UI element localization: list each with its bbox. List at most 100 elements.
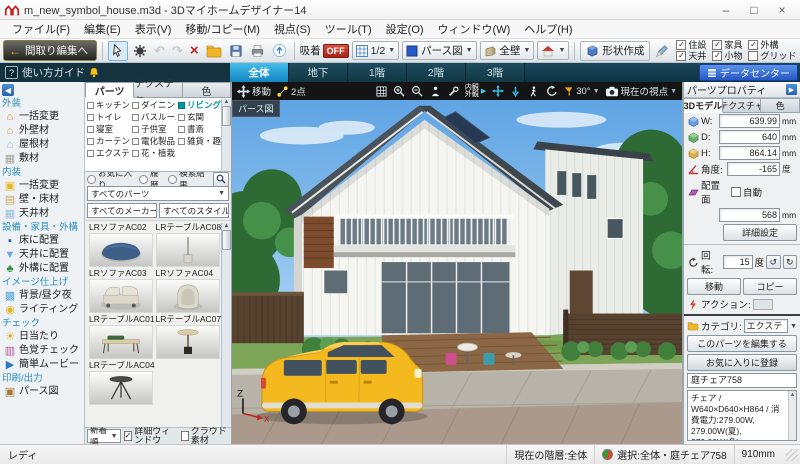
camera-view-dropdown[interactable]: 現在の視点▼ <box>605 84 677 98</box>
category-dropdown[interactable]: エクステリア <box>744 319 788 333</box>
tab-floor-1[interactable]: 1階 <box>348 63 407 82</box>
part-item[interactable]: LRテーブルAC08 <box>156 223 223 267</box>
sidebar-item-color-check[interactable]: ▥色覚チェック <box>0 344 84 358</box>
add-favorite-button[interactable]: お気に入りに登録 <box>687 354 797 371</box>
sidebar-item-ceiling-material[interactable]: ▦天井材 <box>0 207 84 221</box>
category-goods-hobby[interactable]: 雑貨・趣味 <box>176 135 222 147</box>
view-settings-button[interactable] <box>447 85 460 98</box>
minimize-button[interactable]: – <box>712 1 740 19</box>
sort-dropdown[interactable]: 新着順▼ <box>87 429 121 443</box>
menu-settings[interactable]: 設定(O) <box>380 21 430 37</box>
select-cursor-button[interactable] <box>108 41 128 61</box>
tab-color[interactable]: 色 <box>183 82 231 98</box>
category-appliances[interactable]: 電化製品 <box>130 135 176 147</box>
menu-view[interactable]: 表示(V) <box>129 21 178 37</box>
zoom-out-button[interactable] <box>411 85 424 98</box>
move-button[interactable]: 移動 <box>687 278 741 295</box>
part-name-field[interactable]: 庭チェア758 <box>687 373 797 388</box>
close-button[interactable]: × <box>768 1 796 19</box>
tab-floor-3[interactable]: 3階 <box>466 63 525 82</box>
sidebar-item-wall-material[interactable]: ⌂外壁材 <box>0 124 84 138</box>
category-toilet[interactable]: トイレ <box>85 111 130 123</box>
view-mode-dropdown[interactable]: パース図▼ <box>402 41 476 60</box>
maker-dropdown[interactable]: すべてのメーカー▼ <box>87 203 157 218</box>
category-living[interactable]: リビング <box>176 99 222 111</box>
category-entrance[interactable]: 玄関 <box>176 111 222 123</box>
sidebar-collapse-button[interactable]: ◀ <box>2 84 14 96</box>
pan-view-button[interactable] <box>491 85 504 98</box>
check-exterior[interactable]: ✓外構 <box>748 40 796 50</box>
move-down-button[interactable] <box>509 85 522 98</box>
menu-move-copy[interactable]: 移動/コピー(M) <box>179 21 266 37</box>
sidebar-item-wall-floor-material[interactable]: ▤壁・床材 <box>0 193 84 207</box>
menu-edit[interactable]: 編集(E) <box>78 21 127 37</box>
menu-file[interactable]: ファイル(F) <box>6 21 76 37</box>
height-field[interactable]: 864.14 <box>719 146 780 160</box>
menu-viewpoint[interactable]: 視点(S) <box>268 21 317 37</box>
search-button[interactable] <box>213 172 229 187</box>
edit-part-button[interactable]: このパーツを編集する <box>687 335 797 352</box>
part-item[interactable]: LRテーブルAC04 <box>89 361 156 405</box>
cloud-upload-button[interactable] <box>270 42 289 60</box>
two-point-tool[interactable]: 2点 <box>276 84 306 98</box>
scene-3d[interactable]: Z X パース図 <box>232 100 682 444</box>
panel-collapse-button[interactable]: ▶ <box>786 84 797 95</box>
category-curtain-rug[interactable]: カーテン・ラグ <box>85 135 130 147</box>
check-cloud-material[interactable]: クラウド素材 <box>181 427 229 445</box>
grab-tool-button[interactable] <box>131 42 149 60</box>
sidebar-item-place-exterior[interactable]: ♣外構に配置 <box>0 262 84 276</box>
part-item[interactable]: LRテーブルAC07 <box>156 315 223 359</box>
menu-help[interactable]: ヘルプ(H) <box>518 21 578 37</box>
style-dropdown[interactable]: すべてのスタイル▼ <box>159 203 229 218</box>
tab-texture[interactable]: テクスチャ <box>134 82 182 98</box>
auto-checkbox[interactable] <box>731 187 741 197</box>
rotate-ccw-button[interactable]: ↺ <box>766 255 780 269</box>
part-item[interactable]: LRソファAC03 <box>89 269 156 313</box>
viewpoint-move-tool[interactable]: 移動 <box>237 84 271 98</box>
sidebar-item-place-on-ceiling[interactable]: ▼天井に配置 <box>0 248 84 262</box>
check-housing-equipment[interactable]: ✓住設 <box>676 40 706 50</box>
sun-angle-dropdown[interactable]: 30°▼ <box>563 86 599 97</box>
check-small-items[interactable]: ✓小物 <box>712 51 742 61</box>
snap-toggle[interactable]: 吸着OFF <box>300 43 349 58</box>
tab-parts[interactable]: パーツ <box>85 82 134 98</box>
shape-create-button[interactable]: 形状作成 <box>580 41 650 61</box>
category-kitchen[interactable]: キッチン <box>85 99 130 111</box>
eye-height-button[interactable] <box>429 85 442 98</box>
orbit-button[interactable] <box>545 85 558 98</box>
category-kids-room[interactable]: 子供室 <box>130 123 176 135</box>
sidebar-item-batch-change-exterior[interactable]: ⌂一括変更 <box>0 110 84 124</box>
tab-floor-basement[interactable]: 地下 <box>289 63 348 82</box>
interior-exterior-toggle[interactable]: 内観外観▶ <box>465 84 486 98</box>
category-bedroom[interactable]: 寝室 <box>85 123 130 135</box>
sidebar-item-place-on-floor[interactable]: ▪床に配置 <box>0 234 84 248</box>
check-ceiling[interactable]: ✓天井 <box>676 51 706 61</box>
resize-grip[interactable] <box>786 449 798 461</box>
category-study[interactable]: 書斎 <box>176 123 222 135</box>
sidebar-item-paving-material[interactable]: ▦敷材 <box>0 152 84 166</box>
menu-window[interactable]: ウィンドウ(W) <box>432 21 517 37</box>
sidebar-item-movie[interactable]: ▶簡単ムービー <box>0 358 84 372</box>
tab-color[interactable]: 色 <box>761 98 800 113</box>
render-quality-button[interactable] <box>375 85 388 98</box>
part-item[interactable]: LRテーブルAC01 <box>89 315 156 359</box>
all-parts-dropdown[interactable]: すべてのパーツ▼ <box>87 186 229 201</box>
menu-tools[interactable]: ツール(T) <box>319 21 378 37</box>
tab-floor-2[interactable]: 2階 <box>407 63 466 82</box>
check-grid[interactable]: グリッド <box>748 51 796 61</box>
walkthrough-button[interactable] <box>527 85 540 98</box>
measure-pencil-button[interactable] <box>653 42 671 60</box>
house-render[interactable]: Z X <box>232 100 682 444</box>
sidebar-item-roof-material[interactable]: ⌂屋根材 <box>0 138 84 152</box>
width-field[interactable]: 639.99 <box>719 114 780 128</box>
data-center-button[interactable]: データセンター <box>699 64 798 81</box>
grid-scale-dropdown[interactable]: 1/2▼ <box>352 41 400 60</box>
plane-height-field[interactable]: 568 <box>719 208 780 222</box>
wall-mode-dropdown[interactable]: 全壁▼ <box>480 41 535 60</box>
part-item[interactable]: LRソファAC04 <box>156 269 223 313</box>
check-furniture[interactable]: ✓家具 <box>712 40 742 50</box>
zoom-in-button[interactable] <box>393 85 406 98</box>
usage-guide-button[interactable]: ? 使い方ガイド <box>0 63 230 82</box>
sidebar-item-lighting[interactable]: ◉ライティング <box>0 303 84 317</box>
rotate-cw-button[interactable]: ↻ <box>783 255 797 269</box>
